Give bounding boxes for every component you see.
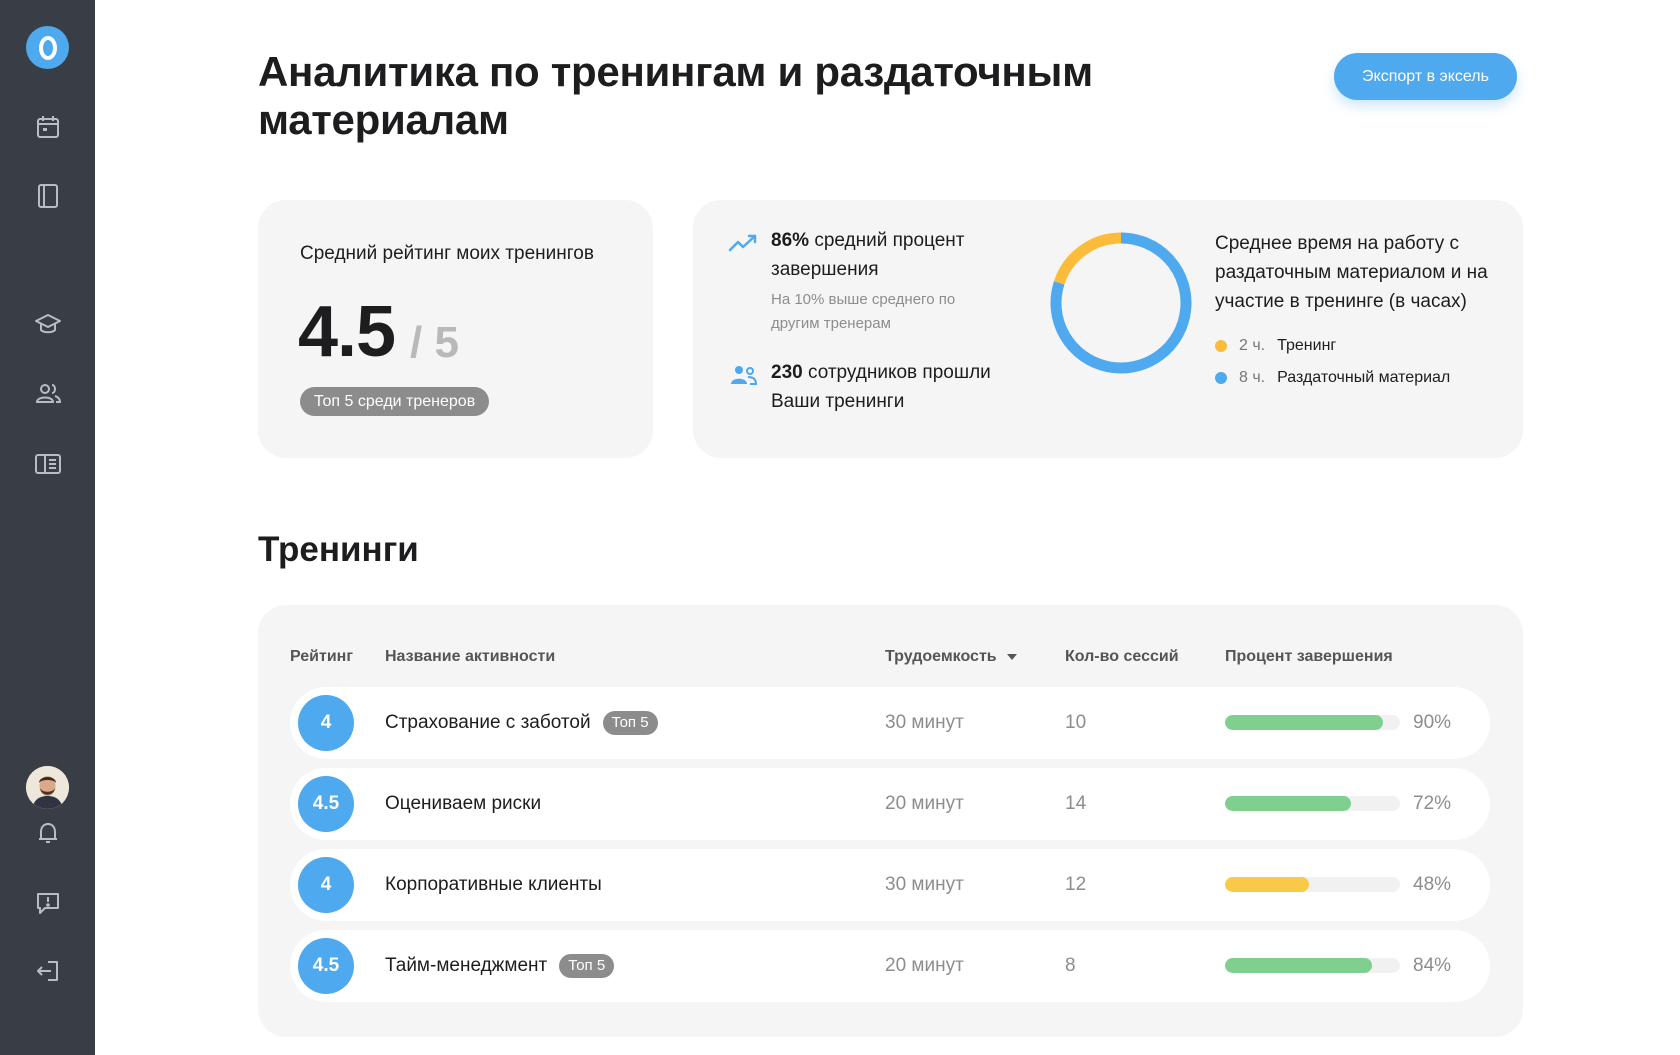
logout-icon[interactable] [28,951,67,990]
time-chart-title: Среднее время на работу с раздаточным ма… [1215,233,1488,312]
table-row[interactable]: 4 Страхование с заботой Топ 5 30 минут 1… [290,687,1490,759]
column-name[interactable]: Название активности [385,648,555,666]
legend-label: Раздаточный материал [1277,369,1451,386]
rating-badge: 4 [298,857,354,913]
completion-value: 90% [1413,712,1452,733]
activity-name: Страхование с заботой Топ 5 [385,687,658,759]
stats-card: 86% средний процент завершения На 10% вы… [693,200,1523,458]
top-trainer-badge: Топ 5 среди тренеров [300,387,490,416]
completion-bar [1225,715,1400,730]
completion-value: 72% [1413,793,1452,814]
table-row[interactable]: 4 Корпоративные клиенты 30 минут 12 48% [290,849,1490,921]
sessions-value: 12 [1065,874,1087,895]
donut-segment-training [1053,232,1122,285]
column-sessions[interactable]: Кол-во сессий [1065,648,1179,666]
rating-max: / 5 [410,318,459,367]
table-row[interactable]: 4.5 Оцениваем риски 20 минут 14 72% [290,768,1490,840]
export-excel-button[interactable]: Экспорт в эксель [1334,53,1517,100]
page-title: Аналитика по тренингам и раздаточным мат… [258,48,1093,143]
rating-badge: 4 [298,695,354,751]
sidebar [0,0,95,1055]
rating-value: 4.5 [298,292,396,372]
book-icon[interactable] [28,176,67,215]
calendar-icon[interactable] [28,107,67,146]
completion-bar [1225,796,1400,811]
rating-badge: 4.5 [298,938,354,994]
rating-card: Средний рейтинг моих тренингов 4.5 / 5 Т… [258,200,653,458]
graduation-cap-icon[interactable] [28,304,67,343]
completion-bar [1225,877,1400,892]
rating-badge: 4.5 [298,776,354,832]
catalog-icon[interactable] [28,444,67,483]
column-effort-label: Трудоемкость [885,648,997,665]
completion-bar [1225,958,1400,973]
effort-value: 20 минут [885,955,964,976]
legend-item-training: 2 ч. Тренинг [1215,337,1336,355]
activity-title: Корпоративные клиенты [385,874,602,895]
column-completion[interactable]: Процент завершения [1225,648,1393,666]
time-donut-chart [1050,232,1192,374]
logo-icon[interactable] [26,26,69,69]
legend-dot-training [1215,340,1227,352]
employees-text: сотрудников прошли Ваши тренинги [771,362,991,412]
activity-title: Тайм-менеджмент [385,955,548,976]
activity-name: Тайм-менеджмент Топ 5 [385,930,615,1002]
activity-name: Оцениваем риски [385,768,541,840]
sort-caret-icon[interactable] [1006,653,1017,660]
completion-bar-fill [1225,877,1309,892]
feedback-icon[interactable] [28,883,67,922]
people-icon [731,366,758,385]
activity-title: Оцениваем риски [385,793,542,814]
sessions-value: 8 [1065,955,1076,976]
employees-count: 230 [771,362,803,383]
activity-name: Корпоративные клиенты [385,849,602,921]
completion-value: 48% [1413,874,1452,895]
section-title-trainings: Тренинги [258,530,419,569]
trend-up-icon [728,234,757,252]
completion-value: 84% [1413,955,1452,976]
effort-value: 30 минут [885,712,964,733]
rating-card-label: Средний рейтинг моих тренингов [300,243,594,264]
completion-subtext: На 10% выше среднего по другим тренерам [771,291,956,332]
sessions-value: 10 [1065,712,1087,733]
completion-bar-fill [1225,715,1383,730]
effort-value: 30 минут [885,874,964,895]
effort-value: 20 минут [885,793,964,814]
column-rating[interactable]: Рейтинг [290,648,353,666]
trainings-table: Рейтинг Название активности Трудоемкость… [258,605,1523,1037]
table-row[interactable]: 4.5 Тайм-менеджмент Топ 5 20 минут 8 84% [290,930,1490,1002]
sessions-value: 14 [1065,793,1087,814]
legend-value: 8 ч. [1239,369,1266,386]
top-badge: Топ 5 [602,711,658,735]
completion-bar-fill [1225,796,1351,811]
legend-item-handouts: 8 ч. Раздаточный материал [1215,369,1450,387]
activity-title: Страхование с заботой [385,712,591,733]
column-effort[interactable]: Трудоемкость [885,648,1017,666]
completion-bar-fill [1225,958,1372,973]
top-badge: Топ 5 [559,954,615,978]
users-icon[interactable] [28,374,67,413]
legend-dot-handouts [1215,372,1227,384]
completion-percent: 86% [771,230,810,251]
legend-label: Тренинг [1277,337,1337,354]
avatar[interactable] [26,766,69,809]
bell-icon[interactable] [28,813,67,852]
legend-value: 2 ч. [1239,337,1266,354]
